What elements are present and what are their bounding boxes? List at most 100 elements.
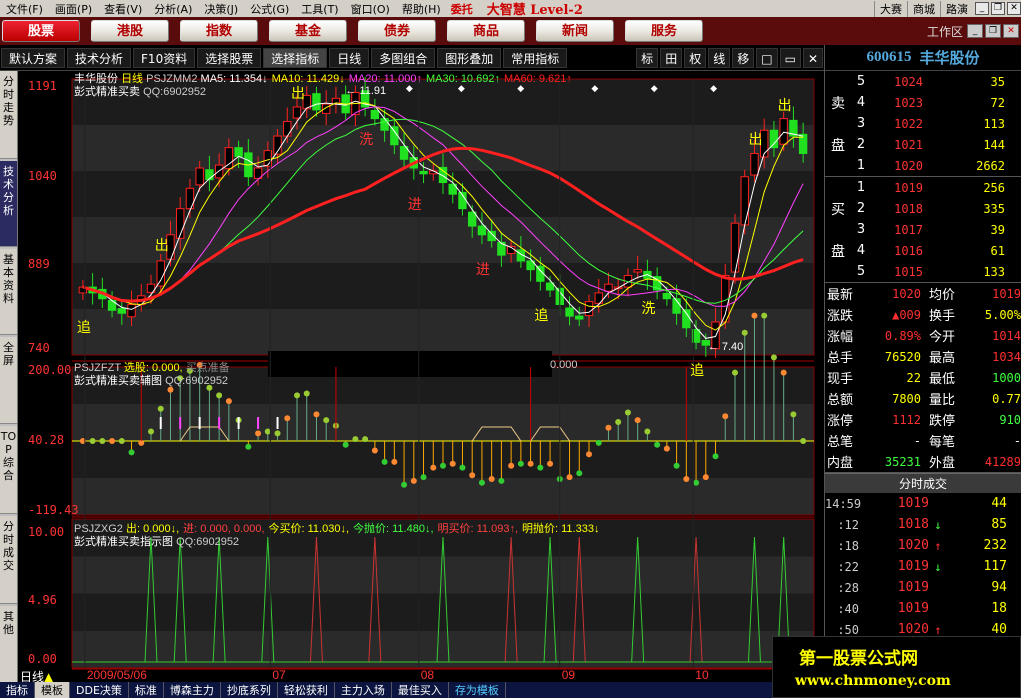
menu-right-0[interactable]: 大赛 [874, 0, 907, 17]
candle-body[interactable] [575, 315, 584, 320]
x-axis-label-0: 2009/05/06 [86, 668, 147, 682]
restore-icon[interactable]: ❐ [991, 2, 1005, 15]
workspace-button[interactable]: 工作区 [927, 23, 963, 40]
book-price[interactable]: 1017 [871, 223, 931, 237]
toolbar-small-0[interactable]: 标 [636, 47, 659, 68]
candle-body[interactable] [390, 126, 399, 146]
menu-item-2[interactable]: 查看(V) [98, 1, 148, 17]
candle-body[interactable] [195, 167, 204, 186]
candle-body[interactable] [283, 121, 292, 137]
menu-item-7[interactable]: 窗口(O) [345, 1, 396, 17]
candle-body[interactable] [740, 176, 749, 226]
candle-body[interactable] [633, 269, 642, 273]
candle-body[interactable] [730, 222, 740, 273]
candle-body[interactable] [662, 292, 672, 300]
book-price[interactable]: 1023 [871, 96, 931, 110]
nav-button-0[interactable]: 股票 [2, 20, 80, 42]
nav-button-5[interactable]: 商品 [447, 20, 525, 42]
left-tab-3[interactable]: 全屏 [0, 337, 17, 424]
template-tab-6[interactable]: 轻松获利 [278, 682, 335, 698]
toolbar-small-3[interactable]: 线 [708, 47, 731, 68]
candle-body[interactable] [234, 147, 243, 157]
nav-minimize-icon[interactable]: _ [967, 24, 983, 38]
candle-body[interactable] [477, 225, 487, 236]
toolbar-small-2[interactable]: 权 [684, 47, 707, 68]
toolbar-item-2[interactable]: F10资料 [133, 47, 196, 68]
template-tab-3[interactable]: 标准 [129, 682, 164, 698]
left-tab-5[interactable]: 分时成交 [0, 516, 17, 604]
left-tab-0[interactable]: 分时走势 [0, 71, 17, 159]
book-price[interactable]: 1018 [871, 202, 931, 216]
nav-button-3[interactable]: 基金 [269, 20, 347, 42]
candle-body[interactable] [117, 308, 126, 314]
toolbar-item-3[interactable]: 选择股票 [197, 47, 262, 68]
close-icon[interactable]: ✕ [1007, 2, 1021, 15]
candle-body[interactable] [156, 260, 165, 287]
left-tab-1[interactable]: 技术分析 [0, 161, 17, 247]
book-price[interactable]: 1022 [871, 117, 931, 131]
book-price[interactable]: 1015 [871, 265, 931, 279]
candle-body[interactable] [779, 118, 788, 145]
template-tab-0[interactable]: 指标 [0, 682, 35, 698]
chart-close-icon[interactable]: ✕ [802, 47, 823, 68]
template-tab-9[interactable]: 存为模板 [449, 682, 506, 698]
minimize-icon[interactable]: _ [975, 2, 989, 15]
toolbar-small-4[interactable]: 移 [732, 47, 755, 68]
nav-button-7[interactable]: 服务 [625, 20, 703, 42]
frame-icon[interactable]: ▭ [779, 47, 801, 68]
candle-body[interactable] [769, 129, 779, 149]
candle-body[interactable] [584, 301, 594, 317]
book-price[interactable]: 1024 [871, 75, 931, 89]
left-tab-4[interactable]: TOP综合 [0, 426, 17, 514]
toolbar-item-8[interactable]: 常用指标 [503, 47, 568, 68]
toolbar-small-1[interactable]: 田 [660, 47, 683, 68]
book-price[interactable]: 1016 [871, 244, 931, 258]
template-tab-8[interactable]: 最佳买入 [392, 682, 449, 698]
candle-body[interactable] [292, 106, 302, 119]
candle-body[interactable] [380, 118, 389, 131]
menu-weituo[interactable]: 委托 [447, 1, 477, 17]
candle-body[interactable] [468, 211, 477, 227]
nav-button-1[interactable]: 港股 [91, 20, 169, 42]
nav-button-2[interactable]: 指数 [180, 20, 258, 42]
window-icon[interactable]: □ [756, 47, 778, 68]
nav-button-6[interactable]: 新闻 [536, 20, 614, 42]
toolbar-item-1[interactable]: 技术分析 [67, 47, 132, 68]
candle-body[interactable] [127, 304, 136, 318]
left-tab-2[interactable]: 基本资料 [0, 249, 17, 335]
book-price[interactable]: 1019 [871, 181, 931, 195]
menu-item-1[interactable]: 画面(P) [49, 1, 98, 17]
menu-right-1[interactable]: 商城 [907, 0, 940, 17]
nav-close-icon[interactable]: ✕ [1003, 24, 1019, 38]
toolbar-item-5[interactable]: 日线 [329, 47, 370, 68]
nav-button-4[interactable]: 债券 [358, 20, 436, 42]
template-tab-1[interactable]: 模板 [35, 682, 70, 698]
candle-body[interactable] [419, 170, 428, 175]
template-tab-5[interactable]: 抄底系列 [221, 682, 278, 698]
book-price[interactable]: 1021 [871, 138, 931, 152]
menu-item-0[interactable]: 文件(F) [0, 1, 49, 17]
menu-right-2[interactable]: 路演 [940, 0, 973, 17]
toolbar-item-4[interactable]: 选择指标 [263, 47, 328, 68]
template-tab-2[interactable]: DDE决策 [70, 682, 129, 698]
template-tab-7[interactable]: 主力入场 [335, 682, 392, 698]
menu-item-6[interactable]: 工具(T) [295, 1, 344, 17]
nav-restore-icon[interactable]: ❐ [985, 24, 1001, 38]
menu-item-4[interactable]: 决策(J) [198, 1, 244, 17]
toolbar-item-6[interactable]: 多图组合 [371, 47, 436, 68]
ticks-title[interactable]: 分时成交 [825, 473, 1021, 493]
candle-body[interactable] [370, 109, 380, 120]
candle-body[interactable] [750, 152, 759, 176]
menu-item-3[interactable]: 分析(A) [148, 1, 198, 17]
template-tab-4[interactable]: 博森主力 [164, 682, 221, 698]
candle-body[interactable] [312, 93, 321, 111]
candle-body[interactable] [565, 307, 574, 317]
menu-item-5[interactable]: 公式(G) [244, 1, 295, 17]
toolbar-item-7[interactable]: 图形叠加 [437, 47, 502, 68]
candle-body[interactable] [604, 283, 613, 292]
sub2-dot [566, 474, 573, 481]
book-price[interactable]: 1020 [871, 159, 931, 173]
menu-item-8[interactable]: 帮助(H) [396, 1, 447, 17]
kline-chart-area[interactable]: ◆ ◆ ◆ ◆ ◆ ◆ 1191 1040 889 740 200.00 40.28 -119.43 1… [18, 71, 824, 682]
toolbar-item-0[interactable]: 默认方案 [1, 47, 66, 68]
